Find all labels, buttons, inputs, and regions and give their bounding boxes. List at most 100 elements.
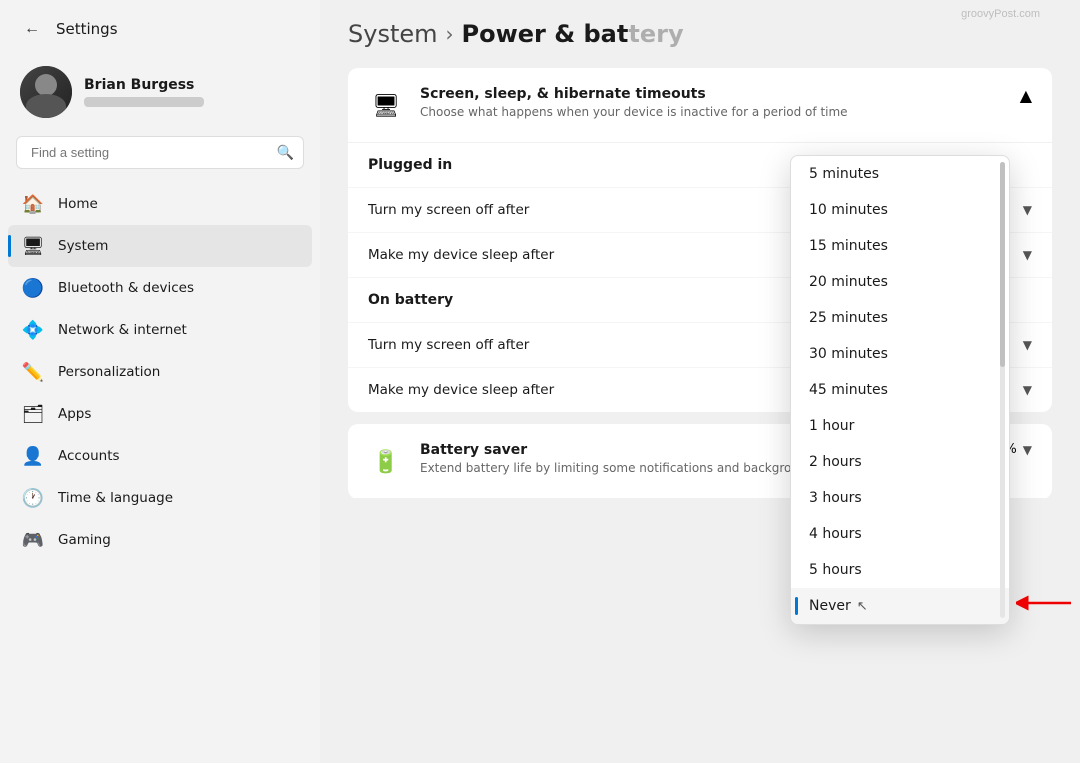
sidebar-item-accounts[interactable]: 👤 Accounts: [8, 435, 312, 477]
avatar-image: [20, 66, 72, 118]
dropdown-option-30min[interactable]: 30 minutes: [791, 336, 1009, 372]
screen-icon: 🖥: [368, 88, 404, 124]
dropdown-option-label: 5 hours: [809, 562, 862, 578]
chevron-down-icon: ▼: [1023, 203, 1032, 217]
dropdown-option-label: 4 hours: [809, 526, 862, 542]
sidebar-item-gaming[interactable]: 🎮 Gaming: [8, 519, 312, 561]
user-email-bar: [84, 97, 204, 107]
sidebar-item-label: Bluetooth & devices: [58, 280, 194, 296]
user-info: Brian Burgess: [84, 77, 204, 107]
chevron-down-icon-3: ▼: [1023, 338, 1032, 352]
screen-off-plugged-label: Turn my screen off after: [368, 202, 529, 218]
nav-list: 🏠 Home 🖥 System 🔵 Bluetooth & devices 💠 …: [0, 183, 320, 763]
watermark: groovyPost.com: [961, 8, 1040, 20]
dropdown-option-5hr[interactable]: 5 hours: [791, 552, 1009, 588]
dropdown-option-label: 1 hour: [809, 418, 854, 434]
dropdown-option-never[interactable]: Never ↖: [791, 588, 1009, 624]
sidebar: ← Settings Brian Burgess 🔍 🏠 Home 🖥 Syst…: [0, 0, 320, 763]
sidebar-item-system[interactable]: 🖥 System: [8, 225, 312, 267]
chevron-down-icon-5: ▼: [1023, 443, 1032, 457]
sidebar-header: ← Settings: [0, 0, 320, 54]
card-title: Screen, sleep, & hibernate timeouts: [420, 86, 848, 102]
dropdown-option-25min[interactable]: 25 minutes: [791, 300, 1009, 336]
dropdown-option-2hr[interactable]: 2 hours: [791, 444, 1009, 480]
card-chevron[interactable]: ▲: [1020, 86, 1032, 105]
search-box: 🔍: [16, 136, 304, 169]
chevron-down-icon-2: ▼: [1023, 248, 1032, 262]
breadcrumb-page: Power & battery: [462, 20, 684, 48]
plugged-in-label: Plugged in: [368, 157, 452, 173]
user-profile: Brian Burgess: [0, 54, 320, 126]
sidebar-item-label: System: [58, 238, 108, 254]
screen-off-plugged-value[interactable]: ▼: [1017, 203, 1032, 217]
sidebar-item-label: Time & language: [58, 490, 173, 506]
sleep-plugged-label: Make my device sleep after: [368, 247, 554, 263]
sleep-battery-label: Make my device sleep after: [368, 382, 554, 398]
network-icon: 💠: [22, 319, 44, 341]
dropdown-option-5min[interactable]: 5 minutes: [791, 156, 1009, 192]
sidebar-item-label: Home: [58, 196, 98, 212]
dropdown-option-label: 3 hours: [809, 490, 862, 506]
sidebar-item-home[interactable]: 🏠 Home: [8, 183, 312, 225]
dropdown-menu: 5 minutes 10 minutes 15 minutes 20 minutes 2…: [790, 155, 1010, 625]
dropdown-option-label: 10 minutes: [809, 202, 888, 218]
sleep-battery-value[interactable]: ▼: [1017, 383, 1032, 397]
sidebar-item-label: Accounts: [58, 448, 120, 464]
dropdown-option-label: Never: [809, 598, 851, 614]
avatar: [20, 66, 72, 118]
battery-icon: 🔋: [368, 444, 404, 480]
dropdown-option-20min[interactable]: 20 minutes: [791, 264, 1009, 300]
sidebar-item-network[interactable]: 💠 Network & internet: [8, 309, 312, 351]
home-icon: 🏠: [22, 193, 44, 215]
search-icon: 🔍: [277, 145, 294, 161]
dropdown-option-label: 2 hours: [809, 454, 862, 470]
card-header-text: Screen, sleep, & hibernate timeouts Choo…: [420, 86, 848, 121]
dropdown-option-4hr[interactable]: 4 hours: [791, 516, 1009, 552]
dropdown-option-label: 20 minutes: [809, 274, 888, 290]
dropdown-option-1hr[interactable]: 1 hour: [791, 408, 1009, 444]
sidebar-item-label: Personalization: [58, 364, 160, 380]
dropdown-option-3hr[interactable]: 3 hours: [791, 480, 1009, 516]
accounts-icon: 👤: [22, 445, 44, 467]
dropdown-option-15min[interactable]: 15 minutes: [791, 228, 1009, 264]
sidebar-item-label: Gaming: [58, 532, 111, 548]
system-icon: 🖥: [22, 235, 44, 257]
search-input[interactable]: [16, 136, 304, 169]
apps-icon: 🗂: [22, 403, 44, 425]
selected-indicator: [795, 597, 798, 615]
sidebar-item-label: Network & internet: [58, 322, 187, 338]
dropdown-list: 5 minutes 10 minutes 15 minutes 20 minutes 2…: [790, 155, 1010, 625]
card-section-header: 🖥 Screen, sleep, & hibernate timeouts Ch…: [348, 68, 1052, 143]
screen-off-battery-value[interactable]: ▼: [1017, 338, 1032, 352]
red-arrow-indicator: [1016, 591, 1076, 615]
dropdown-option-45min[interactable]: 45 minutes: [791, 372, 1009, 408]
dropdown-option-label: 5 minutes: [809, 166, 879, 182]
gaming-icon: 🎮: [22, 529, 44, 551]
scrollbar-track: [1000, 162, 1005, 618]
screen-off-battery-label: Turn my screen off after: [368, 337, 529, 353]
sidebar-item-apps[interactable]: 🗂 Apps: [8, 393, 312, 435]
card-desc: Choose what happens when your device is …: [420, 104, 848, 121]
sidebar-item-personalization[interactable]: ✏️ Personalization: [8, 351, 312, 393]
sleep-plugged-value[interactable]: ▼: [1017, 248, 1032, 262]
dropdown-option-label: 15 minutes: [809, 238, 888, 254]
main-content: groovyPost.com System › Power & battery …: [320, 0, 1080, 763]
chevron-down-icon-4: ▼: [1023, 383, 1032, 397]
dropdown-option-label: 30 minutes: [809, 346, 888, 362]
on-battery-label: On battery: [368, 292, 453, 308]
breadcrumb: System › Power & battery: [348, 20, 1052, 48]
user-name: Brian Burgess: [84, 77, 204, 93]
back-button[interactable]: ←: [20, 16, 44, 42]
time-icon: 🕐: [22, 487, 44, 509]
breadcrumb-arrow: ›: [446, 22, 454, 46]
sidebar-item-time[interactable]: 🕐 Time & language: [8, 477, 312, 519]
sidebar-item-label: Apps: [58, 406, 91, 422]
dropdown-option-label: 25 minutes: [809, 310, 888, 326]
scrollbar-thumb: [1000, 162, 1005, 367]
bluetooth-icon: 🔵: [22, 277, 44, 299]
sidebar-item-bluetooth[interactable]: 🔵 Bluetooth & devices: [8, 267, 312, 309]
personalization-icon: ✏️: [22, 361, 44, 383]
red-arrow-svg: [1016, 591, 1076, 615]
dropdown-option-10min[interactable]: 10 minutes: [791, 192, 1009, 228]
cursor-icon: ↖: [857, 599, 868, 614]
